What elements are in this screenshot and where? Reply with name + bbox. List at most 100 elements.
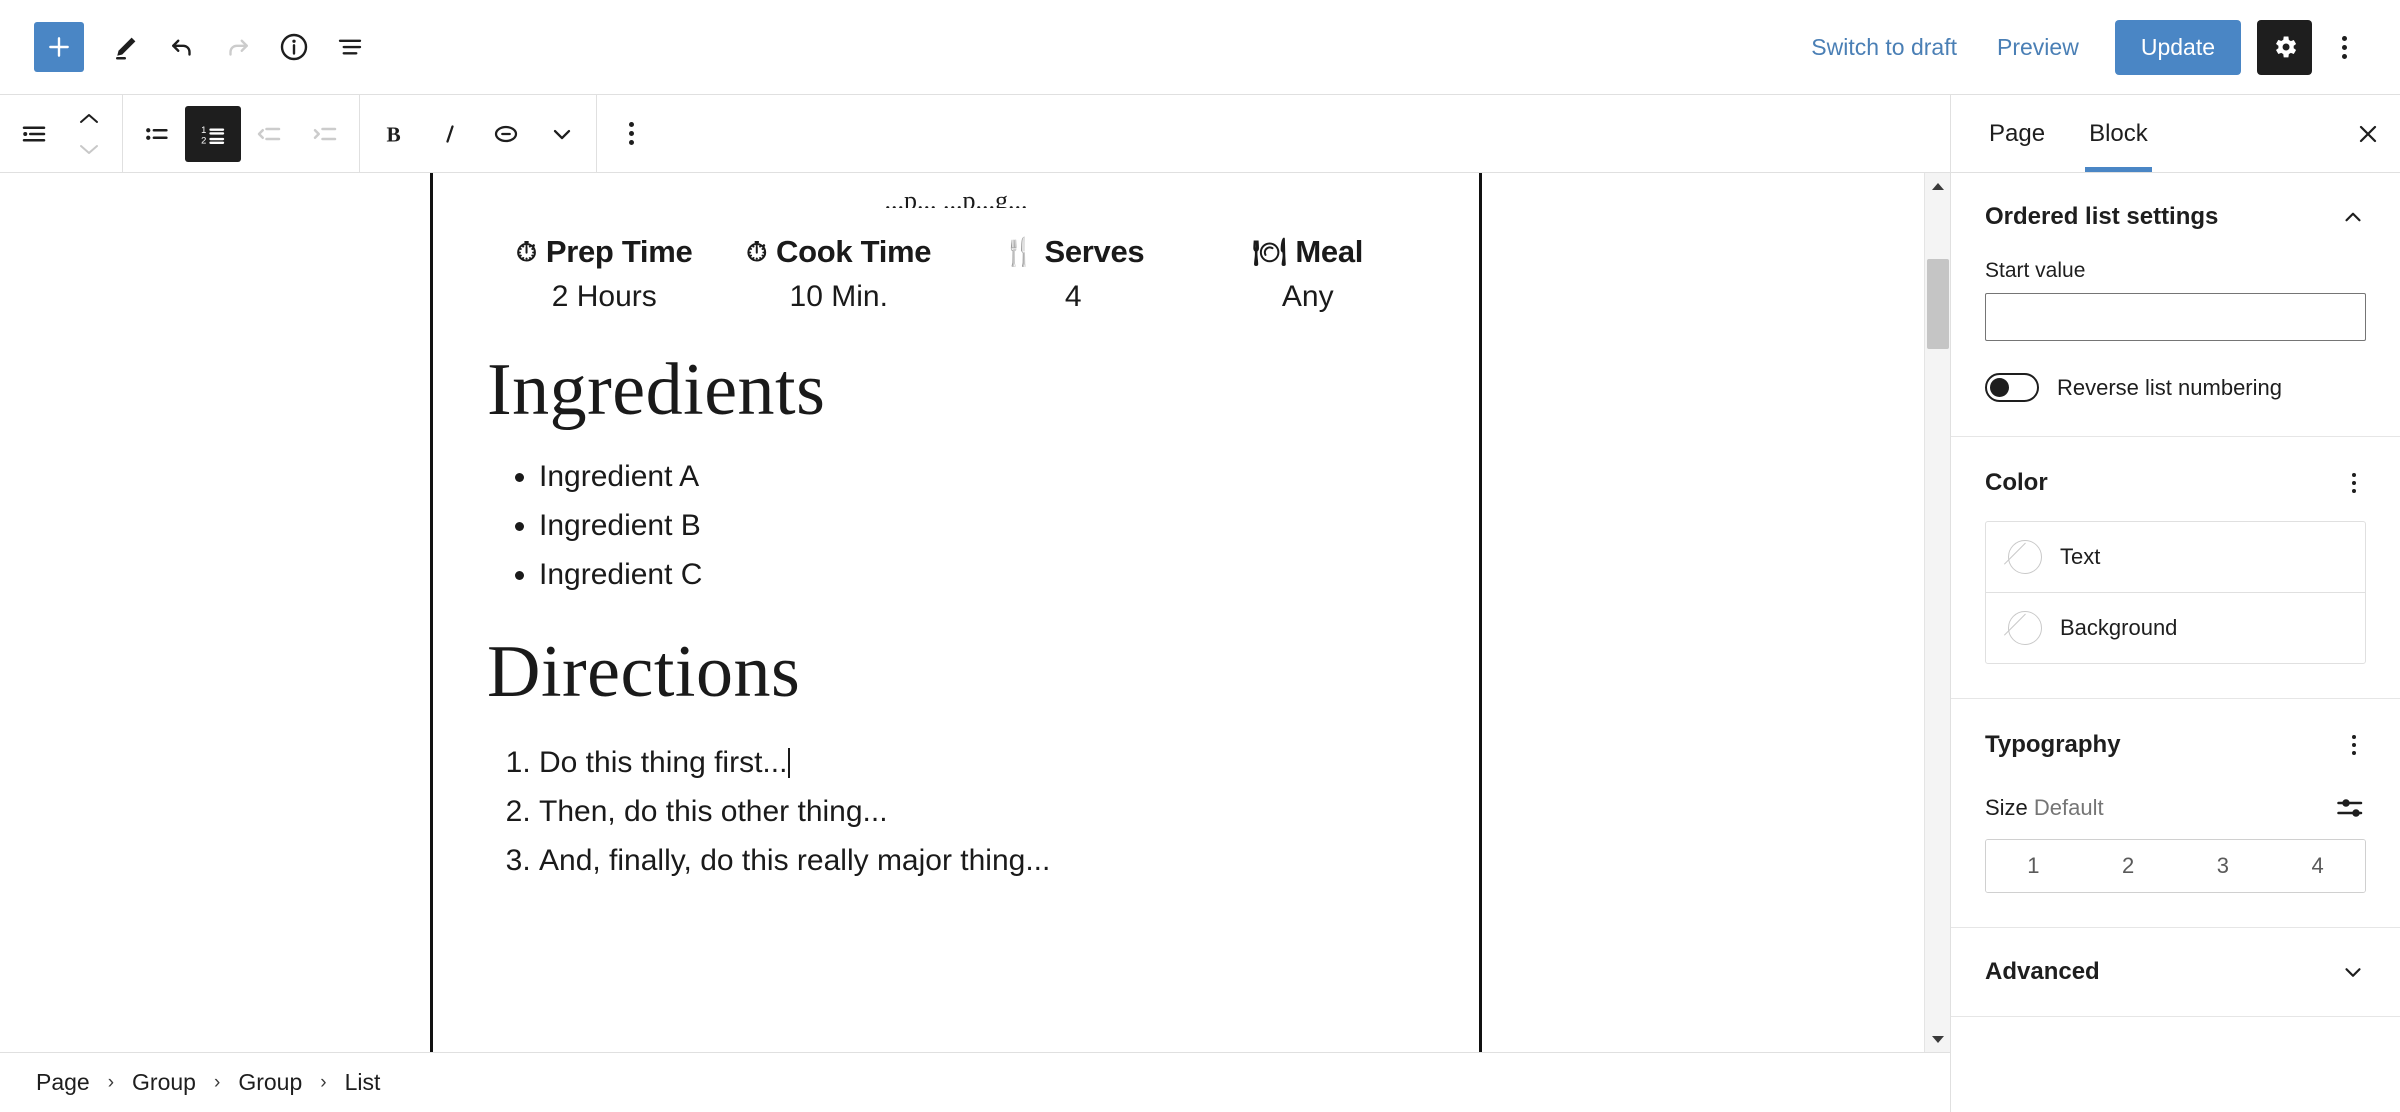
list-item[interactable]: Ingredient A [539, 453, 1425, 502]
scrollbar-track[interactable] [1925, 199, 1951, 1026]
color-header: Color [1985, 467, 2366, 499]
timer-icon: ⏱ [746, 236, 768, 267]
breadcrumb-separator: › [213, 1071, 221, 1093]
font-size-value: Default [2033, 795, 2104, 820]
more-options-button[interactable] [2318, 20, 2370, 75]
canvas-scrollbar[interactable] [1924, 173, 1950, 1052]
info-icon[interactable] [266, 19, 322, 75]
breadcrumb-item-list[interactable]: List [343, 1065, 383, 1100]
font-size-2-button[interactable]: 2 [2080, 840, 2176, 892]
font-size-label: Size Default [1985, 795, 2104, 820]
outdent-icon[interactable] [241, 106, 297, 162]
color-options-card: Text Background [1985, 521, 2366, 664]
svg-text:2: 2 [201, 135, 206, 145]
typography-options-kebab-icon[interactable] [2342, 729, 2366, 761]
custom-size-sliders-icon[interactable] [2336, 791, 2366, 825]
ordered-list-settings-header[interactable]: Ordered list settings [1985, 203, 2366, 231]
ordered-list-icon[interactable]: 1 2 [185, 105, 241, 162]
breadcrumb-item-group-1[interactable]: Group [130, 1065, 198, 1100]
switch-to-draft-button[interactable]: Switch to draft [1791, 24, 1977, 71]
clipped-paragraph: ...p... ...p...g... [884, 186, 1028, 208]
typography-panel: Typography Size Default 1 2 3 4 [1951, 699, 2400, 928]
color-row-background[interactable]: Background [1986, 592, 2365, 663]
sidebar-tabs: Page Block [1951, 95, 2400, 173]
unordered-list-icon[interactable] [129, 106, 185, 162]
edit-pencil-icon[interactable] [98, 19, 154, 75]
scrollbar-thumb[interactable] [1926, 259, 1949, 349]
meta-label-meal: 🍽 Meal [1252, 234, 1364, 269]
list-format-group: 1 2 [123, 95, 359, 173]
editor-top-bar: Switch to draft Preview Update [0, 0, 2400, 94]
list-item[interactable]: Then, do this other thing... [539, 788, 1425, 837]
undo-icon[interactable] [154, 19, 210, 75]
scroll-down-arrow-icon[interactable] [1925, 1026, 1951, 1052]
breadcrumb-item-group-2[interactable]: Group [236, 1065, 304, 1100]
tab-block[interactable]: Block [2067, 95, 2170, 172]
italic-icon[interactable] [422, 106, 478, 162]
breadcrumb-separator: › [320, 1071, 327, 1093]
font-size-4-button[interactable]: 4 [2270, 840, 2365, 892]
select-parent-block-icon[interactable] [6, 106, 62, 162]
close-sidebar-button[interactable] [2336, 95, 2400, 172]
add-block-button[interactable] [34, 22, 84, 72]
chevron-down-icon[interactable] [534, 106, 590, 162]
fork-knife-icon: 🍴 [1002, 236, 1036, 267]
meta-value-cook-time: 10 Min. [789, 280, 888, 313]
font-size-1-button[interactable]: 1 [1986, 840, 2081, 892]
ordered-list-settings-panel: Ordered list settings Start value Revers… [1951, 173, 2400, 437]
selected-group-block[interactable]: ...p... ...p...g... ⏱ Prep Time 2 Hours [430, 173, 1482, 1052]
ingredients-heading[interactable]: Ingredients [487, 349, 1425, 431]
tab-page[interactable]: Page [1967, 95, 2067, 172]
meta-item-cook-time: ⏱ Cook Time 10 Min. [722, 234, 957, 314]
meta-item-meal: 🍽 Meal Any [1191, 234, 1426, 314]
bold-icon[interactable]: B [366, 106, 422, 162]
list-item[interactable]: Ingredient B [539, 502, 1425, 551]
directions-heading[interactable]: Directions [487, 631, 1425, 713]
meta-label-cook-time: ⏱ Cook Time [746, 234, 932, 269]
wordpress-block-editor: Switch to draft Preview Update 1 2 B ...… [0, 0, 2400, 1112]
kebab-icon [2341, 35, 2347, 59]
meta-label-prep-time: ⏱ Prep Time [516, 234, 693, 269]
list-item[interactable]: And, finally, do this really major thing… [539, 837, 1425, 886]
reverse-list-numbering-toggle[interactable] [1985, 373, 2039, 402]
breadcrumb: Page › Group › Group › List [0, 1052, 1950, 1112]
reverse-list-numbering-row[interactable]: Reverse list numbering [1985, 373, 2366, 402]
editor-column: 1 2 B ...p... ...p...g... ⏱ Prep Time 2 … [0, 94, 1950, 1112]
font-size-3-button[interactable]: 3 [2175, 840, 2271, 892]
indent-icon[interactable] [297, 106, 353, 162]
post-content-area[interactable]: ...p... ...p...g... ⏱ Prep Time 2 Hours [0, 173, 1950, 1052]
color-row-text[interactable]: Text [1986, 522, 2365, 592]
list-item[interactable]: Ingredient C [539, 551, 1425, 600]
link-icon[interactable] [478, 106, 534, 162]
editor-canvas: ...p... ...p...g... ⏱ Prep Time 2 Hours [0, 173, 1950, 1052]
move-up-icon[interactable] [66, 103, 112, 133]
color-options-kebab-icon[interactable] [2342, 467, 2366, 499]
block-movers [62, 95, 116, 173]
preview-button[interactable]: Preview [1977, 24, 2099, 71]
meta-item-prep-time: ⏱ Prep Time 2 Hours [487, 234, 722, 314]
block-options-kebab-icon[interactable] [603, 106, 659, 162]
scroll-up-arrow-icon[interactable] [1925, 173, 1951, 199]
block-options-group [597, 95, 665, 173]
chevron-down-icon[interactable] [2340, 959, 2366, 985]
typography-header: Typography [1985, 729, 2366, 761]
text-cursor [788, 748, 791, 779]
ingredients-list[interactable]: Ingredient A Ingredient B Ingredient C [539, 453, 1425, 600]
advanced-panel-header[interactable]: Advanced [1951, 928, 2400, 1017]
meta-value-prep-time: 2 Hours [551, 280, 657, 313]
close-icon [2354, 120, 2382, 148]
list-view-icon[interactable] [322, 19, 378, 75]
start-value-input[interactable] [1985, 293, 2366, 341]
update-button[interactable]: Update [2114, 19, 2241, 75]
gear-icon [2271, 33, 2299, 61]
chevron-up-icon[interactable] [2340, 204, 2366, 230]
toggle-knob [1990, 378, 2009, 397]
breadcrumb-item-page[interactable]: Page [34, 1065, 92, 1100]
directions-list[interactable]: Do this thing first... Then, do this oth… [539, 739, 1425, 886]
list-item[interactable]: Do this thing first... [539, 739, 1425, 788]
sidebar-body: Ordered list settings Start value Revers… [1951, 173, 2400, 1112]
redo-icon[interactable] [210, 19, 266, 75]
meta-label-serves: 🍴 Serves [1002, 234, 1145, 269]
settings-gear-button[interactable] [2257, 19, 2312, 75]
move-down-icon[interactable] [66, 135, 112, 165]
